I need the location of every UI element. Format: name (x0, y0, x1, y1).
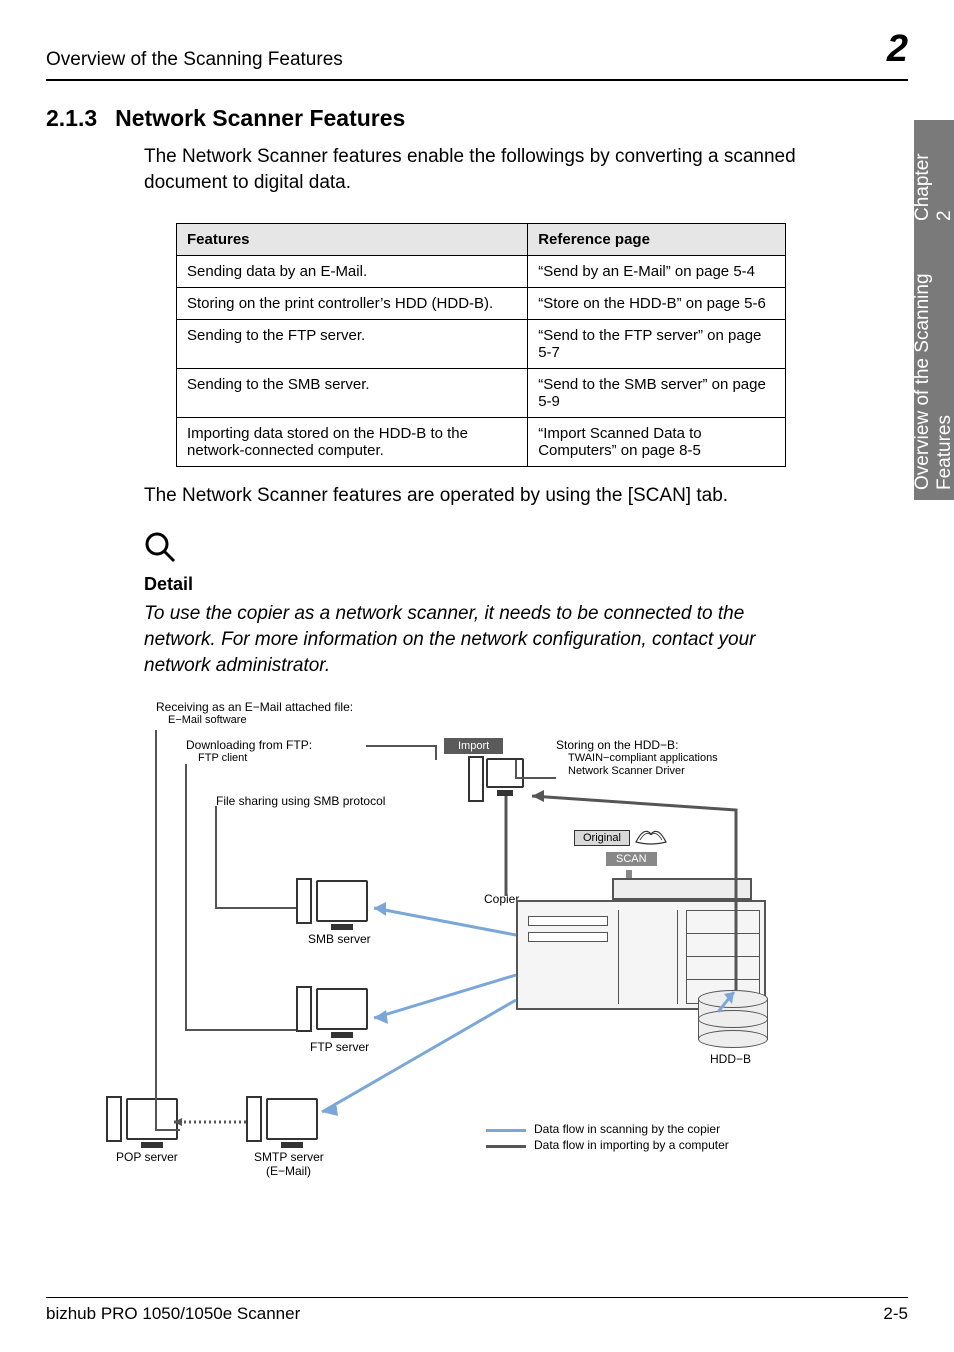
table-row: Sending data by an E-Mail. “Send by an E… (177, 256, 786, 288)
footer-right: 2-5 (883, 1304, 908, 1324)
table-row: Sending to the FTP server. “Send to the … (177, 320, 786, 369)
table-row: Importing data stored on the HDD-B to th… (177, 418, 786, 467)
features-table: Features Reference page Sending data by … (176, 223, 786, 467)
cell-feature: Sending to the SMB server. (177, 369, 528, 418)
cell-feature: Importing data stored on the HDD-B to th… (177, 418, 528, 467)
cell-reference: “Import Scanned Data to Computers” on pa… (528, 418, 786, 467)
table-row: Sending to the SMB server. “Send to the … (177, 369, 786, 418)
detail-body: To use the copier as a network scanner, … (144, 601, 816, 678)
network-diagram: Receiving as an E−Mail attached file: E−… (86, 700, 846, 1200)
after-table-text: The Network Scanner features are operate… (144, 485, 816, 507)
section-number: 2.1.3 (46, 105, 97, 131)
cell-feature: Sending to the FTP server. (177, 320, 528, 369)
side-tab: Overview of the Scanning Features Chapte… (914, 120, 954, 500)
cell-reference: “Send to the FTP server” on page 5-7 (528, 320, 786, 369)
flow-lines (86, 700, 846, 1200)
magnifier-icon (144, 531, 816, 570)
page-footer: bizhub PRO 1050/1050e Scanner 2-5 (46, 1297, 908, 1324)
cell-reference: “Send by an E-Mail” on page 5-4 (528, 256, 786, 288)
table-row: Storing on the print controller’s HDD (H… (177, 288, 786, 320)
section-intro: The Network Scanner features enable the … (144, 144, 816, 195)
cell-reference: “Send to the SMB server” on page 5-9 (528, 369, 786, 418)
section-heading: 2.1.3 Network Scanner Features (46, 105, 816, 132)
side-tab-chapter: Chapter 2 (912, 150, 954, 221)
cell-feature: Sending data by an E-Mail. (177, 256, 528, 288)
running-head-left: Overview of the Scanning Features (46, 49, 343, 71)
cell-reference: “Store on the HDD-B” on page 5-6 (528, 288, 786, 320)
cell-feature: Storing on the print controller’s HDD (H… (177, 288, 528, 320)
running-head: Overview of the Scanning Features 2 (46, 28, 908, 79)
side-tab-title: Overview of the Scanning Features (912, 239, 954, 490)
detail-heading: Detail (144, 574, 816, 595)
th-features: Features (177, 224, 528, 256)
section-title: Network Scanner Features (115, 105, 405, 131)
footer-left: bizhub PRO 1050/1050e Scanner (46, 1304, 300, 1324)
header-rule (46, 79, 908, 81)
th-reference: Reference page (528, 224, 786, 256)
table-head-row: Features Reference page (177, 224, 786, 256)
running-head-right: 2 (887, 28, 908, 71)
